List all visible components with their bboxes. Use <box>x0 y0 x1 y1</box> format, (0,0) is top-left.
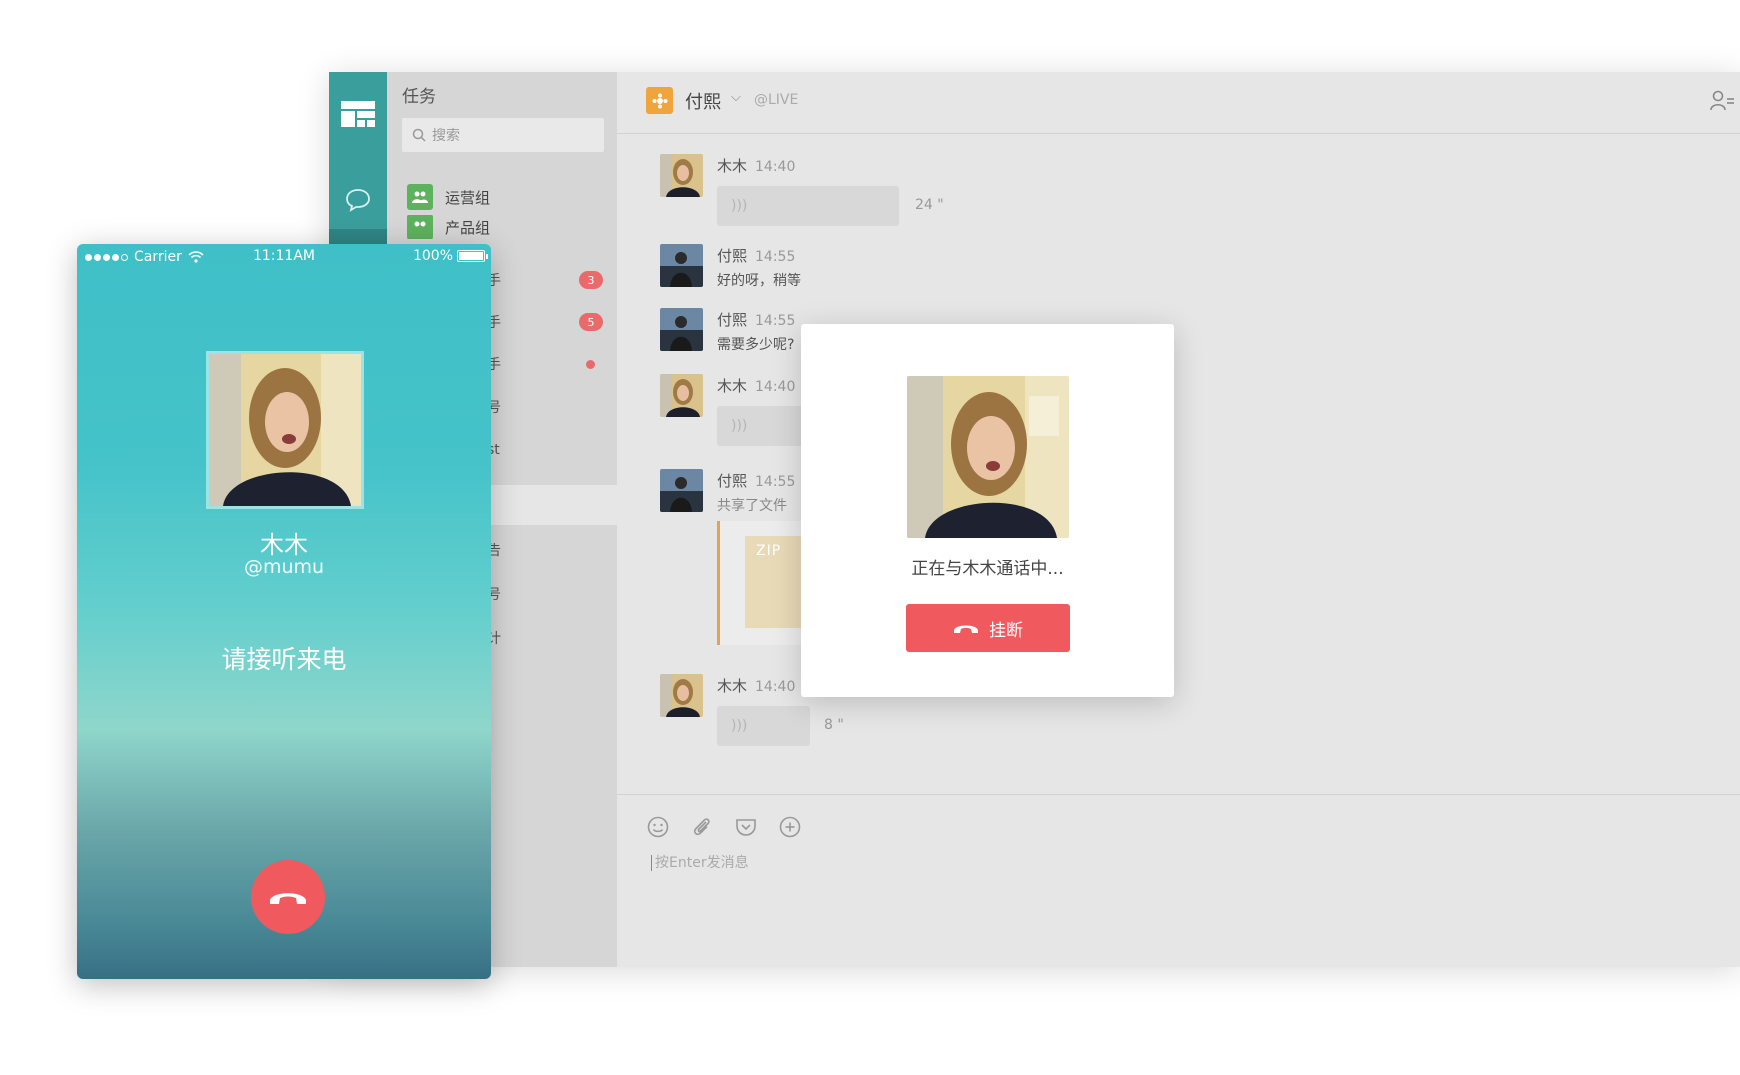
search-placeholder: 搜索 <box>432 128 460 144</box>
message-time: 14:55 <box>755 249 796 265</box>
sound-wave-icon: ))) <box>731 718 748 734</box>
composer-divider <box>617 794 1740 795</box>
chat-header: 付熙 ⌵ @LIVE <box>617 72 1740 134</box>
voice-duration: 24 " <box>915 197 944 213</box>
voice-message[interactable]: ))) <box>717 706 810 746</box>
message-text: 好的呀，稍等 <box>717 273 801 289</box>
group-icon <box>407 184 433 210</box>
call-dialog: 正在与木木通话中... 挂断 <box>801 324 1174 697</box>
message-header: 木木 14:40 <box>717 375 795 396</box>
file-type-label: ZIP <box>756 543 782 559</box>
workspace-icon[interactable] <box>329 94 387 134</box>
list-title: 任务 <box>402 87 436 107</box>
avatar[interactable] <box>660 154 703 197</box>
chat-handle: @LIVE <box>754 92 799 108</box>
chat-panel: 付熙 ⌵ @LIVE 木木 14:40 ))) 24 " 付熙 14:55 好的呀，… <box>617 72 1740 967</box>
text-cursor <box>651 855 652 871</box>
message-time: 14:55 <box>755 313 796 329</box>
message-time: 14:40 <box>755 679 796 695</box>
avatar[interactable] <box>660 674 703 717</box>
sound-wave-icon: ))) <box>731 198 748 214</box>
battery-percent: 100% <box>412 248 453 264</box>
voice-message[interactable]: ))) <box>717 186 899 226</box>
message-time: 14:55 <box>755 474 796 490</box>
message-input-placeholder: 按Enter发消息 <box>655 855 749 871</box>
phone-hangup-icon <box>270 893 306 904</box>
sender-name: 木木 <box>717 157 748 175</box>
members-icon[interactable] <box>1710 90 1734 116</box>
paperclip-icon[interactable] <box>691 812 735 842</box>
emoji-icon[interactable] <box>647 812 691 842</box>
message-time: 14:40 <box>755 379 796 395</box>
composer-toolbar <box>647 812 823 842</box>
message-input[interactable]: 按Enter发消息 <box>651 852 749 872</box>
avatar[interactable] <box>660 469 703 512</box>
list-item-label: 运营组 <box>445 188 491 207</box>
unread-badge: 3 <box>579 271 603 289</box>
unread-dot <box>586 359 595 369</box>
zip-file-icon: ZIP <box>745 536 805 628</box>
list-item-group[interactable]: 运营组 <box>387 177 617 217</box>
avatar[interactable] <box>660 374 703 417</box>
caller-handle: @mumu <box>243 556 325 578</box>
sender-name: 付熙 <box>717 472 748 490</box>
hangup-button[interactable]: 挂断 <box>906 604 1070 652</box>
sound-wave-icon: ))) <box>731 418 748 434</box>
search-input[interactable]: 搜索 <box>402 118 604 152</box>
chat-bubble-icon[interactable] <box>329 180 387 220</box>
decline-call-button[interactable] <box>251 860 325 934</box>
search-icon <box>412 128 426 142</box>
battery-group: 100% <box>412 248 488 264</box>
message-header: 木木 14:40 <box>717 675 795 696</box>
mobile-call-screen: Carrier 11:11AM 100% 木木 @mumu 请接听来电 <box>77 244 491 979</box>
message-header: 付熙 14:55 <box>717 470 795 491</box>
sender-name: 付熙 <box>717 247 748 265</box>
sender-name: 木木 <box>717 677 748 695</box>
message-header: 付熙 14:55 <box>717 309 795 330</box>
hangup-label: 挂断 <box>989 620 1023 641</box>
avatar[interactable] <box>660 308 703 351</box>
message-time: 14:40 <box>755 159 796 175</box>
voice-duration: 8 " <box>824 717 844 733</box>
battery-icon <box>457 250 488 262</box>
list-item-label: 产品组 <box>445 218 491 237</box>
caller-photo <box>907 376 1069 538</box>
sender-name: 木木 <box>717 377 748 395</box>
group-icon <box>407 215 433 239</box>
chat-contact-name[interactable]: 付熙 <box>685 88 721 114</box>
list-item-group[interactable]: 产品组 <box>387 215 617 239</box>
message-text: 需要多少呢? <box>717 337 795 353</box>
message-header: 付熙 14:55 <box>717 245 795 266</box>
incoming-call-prompt: 请接听来电 <box>221 645 347 674</box>
avatar[interactable] <box>660 244 703 287</box>
phone-hangup-icon <box>954 625 978 633</box>
message-header: 木木 14:40 <box>717 155 795 176</box>
contact-logo-icon <box>646 87 673 114</box>
message-text: 共享了文件 <box>717 498 787 514</box>
add-circle-icon[interactable] <box>779 812 823 842</box>
unread-badge: 5 <box>579 313 603 331</box>
caller-avatar <box>206 351 364 509</box>
caller-name: 木木 <box>260 531 308 559</box>
sender-name: 付熙 <box>717 311 748 329</box>
phone-status-bar: Carrier 11:11AM 100% <box>77 244 491 272</box>
chevron-down-icon[interactable]: ⌵ <box>731 90 741 105</box>
pocket-icon[interactable] <box>735 812 779 842</box>
call-status-text: 正在与木木通话中... <box>911 559 1064 579</box>
